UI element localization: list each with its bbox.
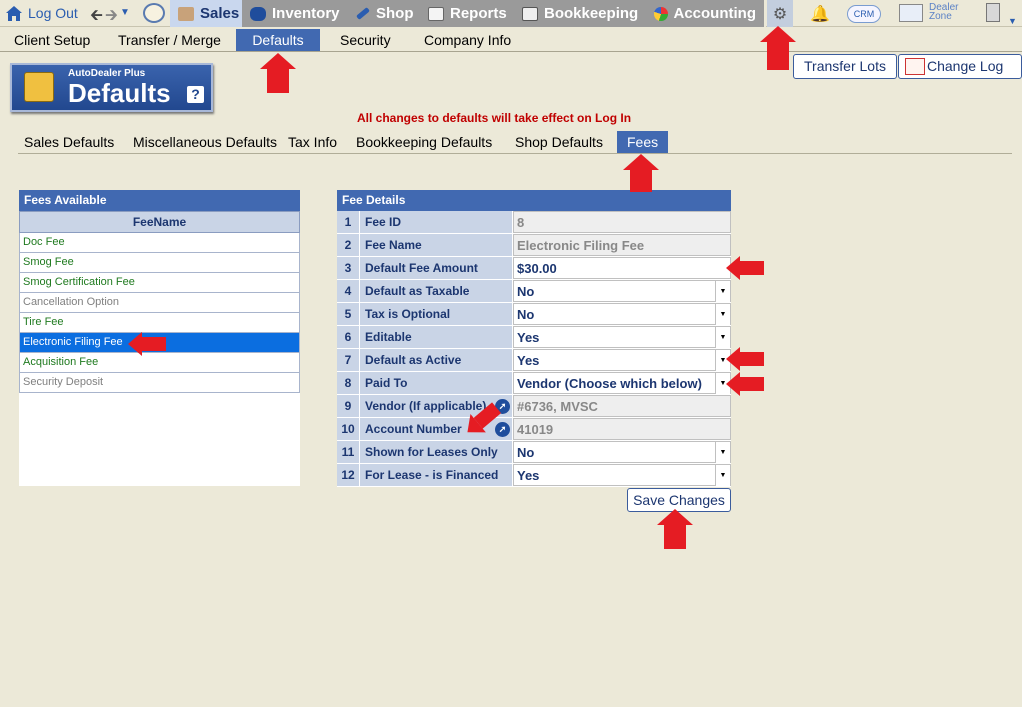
fee-details-panel: Fee Details 1 Fee ID 8 2 Fee Name Electr… xyxy=(337,190,731,487)
dealer-zone-icon[interactable] xyxy=(899,4,923,22)
logout-label: Log Out xyxy=(28,5,78,21)
list-item[interactable]: Cancellation Option xyxy=(19,293,300,313)
forward-arrow-icon[interactable]: 🡲 xyxy=(105,4,118,31)
calculator-icon[interactable] xyxy=(986,3,1000,22)
dealer-zone-link[interactable]: Dealer Zone xyxy=(929,3,958,22)
annotation-arrow-left xyxy=(726,347,764,371)
detail-row-account: 10 Account Number ➚ 41019 xyxy=(337,418,731,441)
chevron-down-icon[interactable]: ▼ xyxy=(1008,16,1017,26)
tab-misc-defaults[interactable]: Miscellaneous Defaults xyxy=(127,131,283,153)
help-icon[interactable]: ? xyxy=(187,86,204,103)
account-number-field: 41019 xyxy=(513,418,731,440)
list-item[interactable]: Doc Fee xyxy=(19,233,300,253)
history-nav: 🡰 🡲 ▼ xyxy=(90,4,130,31)
list-item[interactable]: Smog Fee xyxy=(19,253,300,273)
annotation-arrow-left xyxy=(128,332,166,356)
defaults-tabs-divider xyxy=(18,153,1012,154)
bell-icon[interactable]: 🔔 xyxy=(810,4,830,24)
tab-accounting[interactable]: Accounting xyxy=(646,0,766,27)
tab-company-info[interactable]: Company Info xyxy=(412,29,523,51)
detail-row-tax-optional: 5 Tax is Optional No ▼ xyxy=(337,303,731,326)
chevron-down-icon[interactable]: ▼ xyxy=(715,281,730,302)
annotation-arrow-left xyxy=(726,372,764,396)
list-item[interactable]: Tire Fee xyxy=(19,313,300,333)
annotation-arrow-up xyxy=(657,509,693,549)
panel-title: Fee Details xyxy=(337,190,731,211)
tab-defaults[interactable]: Defaults xyxy=(236,29,320,51)
pie-chart-icon xyxy=(654,6,668,21)
home-icon xyxy=(4,4,24,22)
chevron-down-icon[interactable]: ▼ xyxy=(715,304,730,325)
default-active-select[interactable]: Yes ▼ xyxy=(513,349,731,371)
support-face-icon[interactable] xyxy=(143,3,165,23)
logout-link[interactable]: Log Out xyxy=(4,3,78,23)
tax-optional-select[interactable]: No ▼ xyxy=(513,303,731,325)
fee-id-field: 8 xyxy=(513,211,731,233)
car-icon xyxy=(250,6,266,21)
back-arrow-icon[interactable]: 🡰 xyxy=(90,4,103,31)
detail-row-paid-to: 8 Paid To Vendor (Choose which below) ▼ xyxy=(337,372,731,395)
tab-shop-defaults[interactable]: Shop Defaults xyxy=(509,131,609,153)
list-item[interactable]: Smog Certification Fee xyxy=(19,273,300,293)
paid-to-select[interactable]: Vendor (Choose which below) ▼ xyxy=(513,372,731,394)
report-icon xyxy=(428,6,444,21)
tab-client-setup[interactable]: Client Setup xyxy=(2,29,102,51)
tab-sales[interactable]: Sales xyxy=(170,0,250,27)
tab-fees[interactable]: Fees xyxy=(617,131,669,153)
tab-reports[interactable]: Reports xyxy=(420,0,517,27)
notice-message: All changes to defaults will take effect… xyxy=(357,111,632,125)
panel-title: Fees Available xyxy=(19,190,300,211)
default-fee-amount-input[interactable]: $30.00 xyxy=(513,257,731,279)
annotation-arrow-up xyxy=(260,53,296,93)
gear-icon[interactable]: ⚙ xyxy=(767,0,793,27)
vendor-field: #6736, MVSC xyxy=(513,395,731,417)
tab-transfer-merge[interactable]: Transfer / Merge xyxy=(106,29,233,51)
tab-sales-defaults[interactable]: Sales Defaults xyxy=(18,131,120,153)
tab-inventory[interactable]: Inventory xyxy=(242,0,350,27)
detail-row-editable: 6 Editable Yes ▼ xyxy=(337,326,731,349)
change-log-button[interactable]: Change Log xyxy=(898,54,1022,79)
default-taxable-select[interactable]: No ▼ xyxy=(513,280,731,302)
detail-row-default-amount: 3 Default Fee Amount $30.00 xyxy=(337,257,731,280)
editable-select[interactable]: Yes ▼ xyxy=(513,326,731,348)
chevron-down-icon[interactable]: ▼ xyxy=(715,327,730,348)
folder-icon xyxy=(24,72,54,102)
pencil-note-icon xyxy=(905,58,925,75)
tab-tax-info[interactable]: Tax Info xyxy=(282,131,343,153)
list-item[interactable]: Security Deposit xyxy=(19,373,300,393)
detail-row-fee-id: 1 Fee ID 8 xyxy=(337,211,731,234)
leases-only-select[interactable]: No ▼ xyxy=(513,441,731,463)
wrench-icon xyxy=(356,7,370,20)
salesperson-icon xyxy=(178,6,194,21)
book-icon xyxy=(522,6,538,21)
detail-row-vendor: 9 Vendor (If applicable) ➚ #6736, MVSC xyxy=(337,395,731,418)
annotation-arrow-up xyxy=(760,26,796,70)
detail-row-fee-name: 2 Fee Name Electronic Filing Fee xyxy=(337,234,731,257)
tab-bookkeeping[interactable]: Bookkeeping xyxy=(514,0,649,27)
list-item[interactable]: Acquisition Fee xyxy=(19,353,300,373)
lease-financed-select[interactable]: Yes ▼ xyxy=(513,464,731,486)
chevron-down-icon[interactable]: ▼ xyxy=(715,465,730,486)
crm-button[interactable]: CRM xyxy=(847,5,881,23)
account-lookup-icon[interactable]: ➚ xyxy=(495,422,510,437)
detail-row-active: 7 Default as Active Yes ▼ xyxy=(337,349,731,372)
annotation-arrow-up xyxy=(623,154,659,192)
column-header[interactable]: FeeName xyxy=(19,211,300,233)
detail-row-lease-financed: 12 For Lease - is Financed Yes ▼ xyxy=(337,464,731,487)
detail-row-taxable: 4 Default as Taxable No ▼ xyxy=(337,280,731,303)
fee-name-field: Electronic Filing Fee xyxy=(513,234,731,256)
tab-bookkeeping-defaults[interactable]: Bookkeeping Defaults xyxy=(350,131,498,153)
annotation-arrow-left xyxy=(726,256,764,280)
defaults-logo: AutoDealer Plus Defaults ? xyxy=(10,63,213,112)
tab-security[interactable]: Security xyxy=(328,29,403,51)
tab-shop[interactable]: Shop xyxy=(348,0,424,27)
chevron-down-icon[interactable]: ▼ xyxy=(715,442,730,463)
detail-row-leases-only: 11 Shown for Leases Only No ▼ xyxy=(337,441,731,464)
transfer-lots-button[interactable]: Transfer Lots xyxy=(793,54,897,79)
